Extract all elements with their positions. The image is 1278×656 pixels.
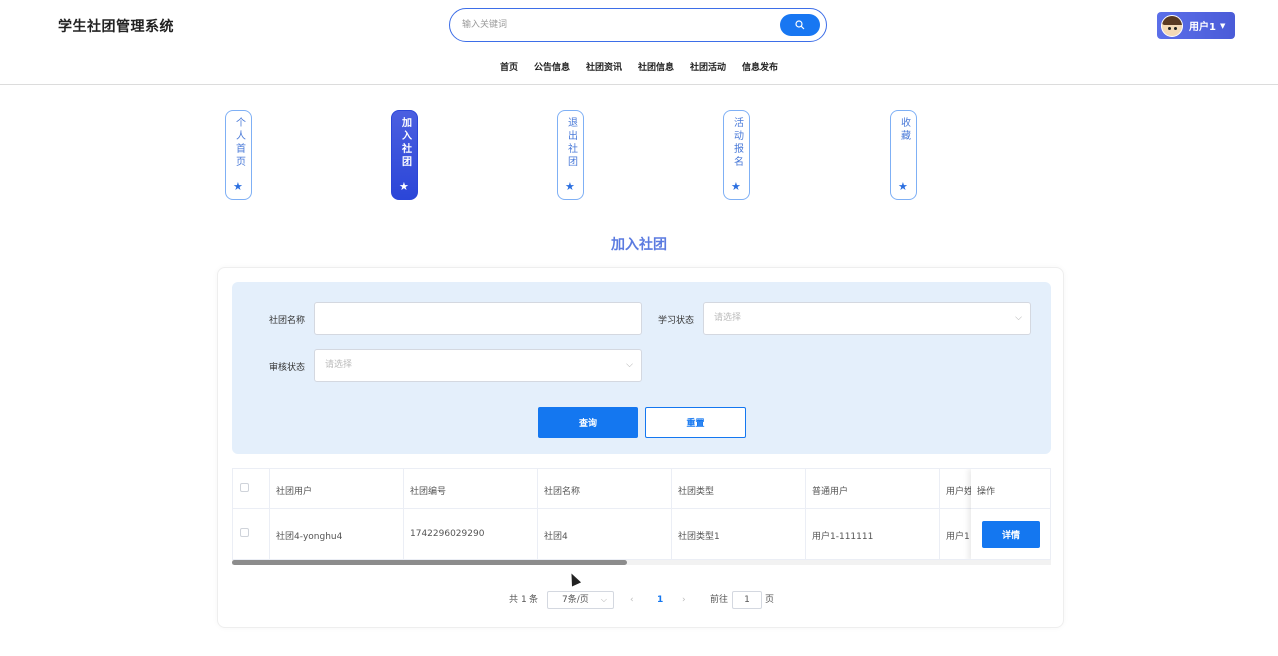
tab-quit-club[interactable]: 退出社团 ★ — [557, 110, 584, 200]
goto-label: 前往 — [710, 595, 729, 605]
query-button[interactable]: 查询 — [538, 407, 638, 438]
study-status-placeholder: 请选择 — [714, 313, 742, 323]
page-size-value: 7条/页 — [562, 595, 589, 605]
star-icon: ★ — [399, 180, 409, 193]
total-count: 1 — [521, 595, 527, 605]
pagination: 共 1 条 7条/页 ⌵ ‹ 1 › 前往 1 页 — [218, 591, 1065, 609]
header-club-user: 社团用户 — [276, 487, 313, 497]
header-club-id: 社团编号 — [410, 487, 447, 497]
audit-status-placeholder: 请选择 — [325, 360, 353, 370]
tab-label: 活动报名 — [731, 117, 743, 169]
next-page-icon[interactable]: › — [682, 591, 686, 609]
tab-label: 退出社团 — [565, 117, 577, 169]
main-nav: 首页 公告信息 社团资讯 社团信息 社团活动 信息发布 — [0, 60, 1278, 76]
header-normal-user: 普通用户 — [812, 487, 849, 497]
star-icon: ★ — [233, 180, 243, 193]
content-card: 社团名称 学习状态 请选择 ⌵ 审核状态 请选择 ⌵ 查询 重置 社团用户 社团… — [217, 267, 1064, 628]
site-title: 学生社团管理系统 — [58, 19, 174, 35]
caret-down-icon: ▼ — [1219, 21, 1226, 30]
page-size-select[interactable]: 7条/页 ⌵ — [547, 591, 614, 609]
cell-normal-user: 用户1-111111 — [812, 532, 874, 542]
tab-activity-signup[interactable]: 活动报名 ★ — [723, 110, 750, 200]
club-name-input[interactable] — [314, 302, 642, 335]
filter-panel: 社团名称 学习状态 请选择 ⌵ 审核状态 请选择 ⌵ 查询 重置 — [232, 282, 1051, 454]
search-icon — [795, 20, 805, 30]
chevron-down-icon: ⌵ — [626, 360, 633, 370]
page-title: 加入社团 — [611, 237, 667, 253]
cell-club-type: 社团类型1 — [678, 532, 720, 542]
goto-page-input[interactable]: 1 — [732, 591, 762, 609]
reset-button[interactable]: 重置 — [645, 407, 746, 438]
total-suffix: 条 — [529, 595, 539, 605]
study-status-label: 学习状态 — [658, 316, 695, 326]
tab-label: 加入社团 — [399, 117, 411, 169]
audit-status-select[interactable]: 请选择 ⌵ — [314, 349, 642, 382]
total-prefix: 共 — [509, 595, 519, 605]
star-icon: ★ — [565, 180, 575, 193]
page-suffix: 页 — [765, 595, 775, 605]
nav-club-info[interactable]: 社团信息 — [638, 60, 674, 76]
study-status-select[interactable]: 请选择 ⌵ — [703, 302, 1031, 335]
audit-status-label: 审核状态 — [269, 363, 306, 373]
cell-club-name: 社团4 — [544, 532, 568, 542]
header-club-type: 社团类型 — [678, 487, 715, 497]
cell-club-user: 社团4-yonghu4 — [276, 532, 343, 542]
tab-join-club[interactable]: 加入社团 ★ — [391, 110, 418, 200]
nav-announcements[interactable]: 公告信息 — [534, 60, 570, 76]
page-number[interactable]: 1 — [657, 591, 663, 609]
search-button[interactable] — [780, 14, 820, 36]
star-icon: ★ — [898, 180, 908, 193]
row-checkbox[interactable] — [240, 528, 249, 537]
user-menu-button[interactable]: 用户1 ▼ — [1157, 12, 1235, 39]
tab-label: 个人首页 — [233, 117, 245, 169]
search-input[interactable] — [462, 15, 762, 35]
horizontal-scrollbar[interactable] — [232, 560, 627, 565]
avatar — [1161, 14, 1183, 37]
user-name: 用户1 — [1189, 22, 1216, 33]
chevron-down-icon: ⌵ — [1015, 313, 1022, 323]
club-table: 社团用户 社团编号 社团名称 社团类型 普通用户 用户姓 社团4-yonghu4… — [232, 468, 1051, 560]
search-box — [449, 8, 827, 42]
club-name-label: 社团名称 — [269, 316, 306, 326]
cell-club-id: 1742296029290 — [410, 529, 485, 539]
nav-club-news[interactable]: 社团资讯 — [586, 60, 622, 76]
nav-home[interactable]: 首页 — [500, 60, 518, 76]
tab-personal-home[interactable]: 个人首页 ★ — [225, 110, 252, 200]
select-all-checkbox[interactable] — [240, 483, 249, 492]
header-club-name: 社团名称 — [544, 487, 581, 497]
prev-page-icon[interactable]: ‹ — [630, 591, 634, 609]
detail-button[interactable]: 详情 — [982, 521, 1040, 548]
top-bar: 学生社团管理系统 用户1 ▼ 首页 公告信息 社团资讯 社团信息 社团活动 信息… — [0, 0, 1278, 85]
tab-favorites[interactable]: 收藏 ★ — [890, 110, 917, 200]
header-operation: 操作 — [977, 487, 996, 497]
chevron-down-icon: ⌵ — [600, 595, 607, 604]
star-icon: ★ — [731, 180, 741, 193]
tab-label: 收藏 — [898, 117, 910, 143]
nav-club-activities[interactable]: 社团活动 — [690, 60, 726, 76]
nav-publish-info[interactable]: 信息发布 — [742, 60, 778, 76]
header-user-name: 用户姓 — [946, 487, 974, 497]
cell-user-name: 用户1 — [946, 532, 970, 542]
operation-column: 操作 详情 — [971, 469, 1050, 559]
